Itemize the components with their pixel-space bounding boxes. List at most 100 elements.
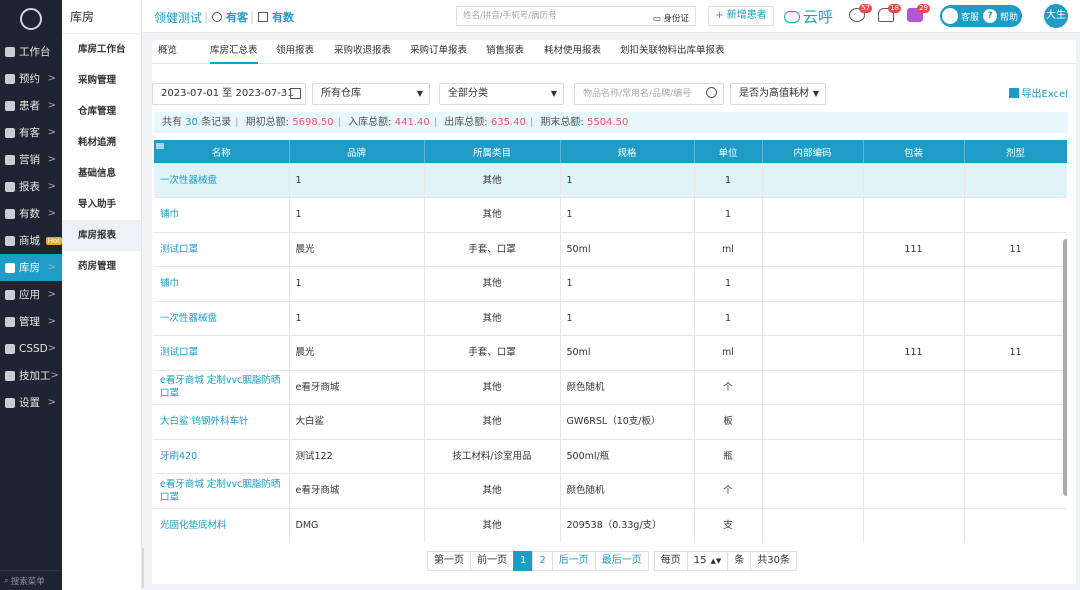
page-1-button[interactable]: 1	[513, 551, 534, 571]
nav-item-8[interactable]: 库房 >	[0, 254, 62, 281]
nav-item-1[interactable]: 预约 >	[0, 65, 62, 92]
last-page-button[interactable]: 最后一页	[594, 551, 649, 571]
tab-item[interactable]: 领用报表	[276, 40, 314, 64]
clinic-name[interactable]: 领健测试	[154, 9, 202, 26]
patient-search-input[interactable]: 姓名/拼音/手机号/病历号 ▭ 身份证	[456, 6, 696, 26]
tab-item[interactable]: 库房汇总表	[210, 40, 258, 64]
tab-item[interactable]: 销售报表	[486, 40, 524, 64]
column-header[interactable]: 剂型	[964, 140, 1067, 163]
sub-nav-item[interactable]: 导入助手	[62, 189, 141, 220]
stepper-arrows-icon[interactable]: ▲▼	[710, 557, 721, 565]
nav-item-4[interactable]: 营销 >	[0, 146, 62, 173]
yunhu-button[interactable]: 云呼	[784, 6, 833, 27]
nav-item-13[interactable]: 设置 >	[0, 389, 62, 416]
item-name-link[interactable]: 光固化垫底材料	[154, 508, 290, 542]
sub-nav-item[interactable]: 仓库管理	[62, 96, 141, 127]
category-select[interactable]: 全部分类 ▼	[439, 83, 564, 105]
table-cell	[762, 404, 864, 440]
date-range-picker[interactable]: 2023-07-01 至 2023-07-31	[152, 83, 306, 105]
column-header[interactable]: 规格	[560, 140, 695, 163]
sub-nav-item[interactable]: 采购管理	[62, 65, 141, 96]
prev-page-button[interactable]: 前一页	[470, 551, 514, 571]
nav-item-10[interactable]: 管理 >	[0, 308, 62, 335]
table-cell	[762, 163, 864, 198]
bell-icon[interactable]: 18	[878, 4, 901, 22]
youke-link[interactable]: 有客	[212, 9, 248, 25]
message-icon[interactable]: 57	[849, 4, 872, 22]
column-header[interactable]: 品牌	[289, 140, 425, 163]
warehouse-select[interactable]: 所有仓库 ▼	[312, 83, 430, 105]
nav-item-12[interactable]: 技加工 >	[0, 362, 62, 389]
summary-bar: 共有 30 条记录 | 期初总额: 5698.50 | 入库总额: 441.40 | …	[154, 112, 1068, 133]
item-name-link[interactable]: e看牙商城 定制vvc胭脂防晒口罩	[154, 370, 290, 405]
table-row[interactable]: 测试口罩 晨光 手套、口罩 50ml ml 111 11	[154, 335, 1067, 371]
item-name-link[interactable]: e看牙商城 定制vvc胭脂防晒口罩	[154, 473, 290, 509]
nav-item-7[interactable]: 商城 Hot	[0, 227, 62, 254]
pagination: 第一页 前一页 1 2 后一页 最后一页 每页 15 ▲▼ 条 共30条	[427, 551, 797, 571]
id-card-button[interactable]: ▭ 身份证	[653, 10, 689, 28]
nav-item-2[interactable]: 患者 >	[0, 92, 62, 119]
nav-item-9[interactable]: 应用 >	[0, 281, 62, 308]
column-header[interactable]: 内部编码	[762, 140, 864, 163]
add-patient-button[interactable]: + 新增患者	[708, 6, 774, 26]
sub-nav-item[interactable]: 库房工作台	[62, 34, 141, 65]
tab-item[interactable]: 耗材使用报表	[544, 40, 601, 64]
column-header[interactable]: 名称	[154, 140, 290, 163]
tab-item[interactable]: 概览	[158, 40, 177, 64]
tab-item[interactable]: 采购收退报表	[334, 40, 391, 64]
page-2-button[interactable]: 2	[532, 551, 553, 571]
vertical-scrollbar[interactable]	[1063, 239, 1067, 496]
menu-search[interactable]: ⌕ 搜索菜单	[0, 570, 62, 590]
column-header[interactable]: 单位	[694, 140, 763, 163]
table-row[interactable]: 铺巾 1 其他 1 1	[154, 197, 1067, 233]
table-row[interactable]: e看牙商城 定制vvc胭脂防晒口罩 e看牙商城 其他 颜色随机个	[154, 370, 1067, 405]
top-bar: 领健测试 | 有客 | 有数 姓名/拼音/手机号/病历号 ▭ 身份证 + 新增患…	[142, 0, 1080, 33]
item-name-link[interactable]: 测试口罩	[154, 335, 290, 371]
item-name-link[interactable]: 牙刷420	[154, 439, 290, 474]
table-row[interactable]: 铺巾 1 其他 1 1	[154, 266, 1067, 302]
table-cell	[762, 473, 864, 509]
item-name-link[interactable]: 一次性器械盘	[154, 163, 290, 198]
sub-nav-item[interactable]: 库房报表	[62, 220, 141, 251]
item-search-input[interactable]: 物品名称/常用名/品牌/编号	[574, 83, 724, 105]
sub-nav-item[interactable]: 基础信息	[62, 158, 141, 189]
nav-item-0[interactable]: 工作台	[0, 38, 62, 65]
column-settings-icon[interactable]	[156, 143, 164, 149]
service-button[interactable]: 客服	[961, 10, 979, 23]
table-row[interactable]: e看牙商城 定制vvc胭脂防晒口罩 e看牙商城 其他 颜色随机个	[154, 473, 1067, 509]
help-button[interactable]: 帮助	[1000, 10, 1018, 23]
task-icon[interactable]: 29	[907, 4, 930, 22]
youshu-link[interactable]: 有数	[258, 9, 294, 25]
avatar[interactable]: 大生	[1044, 4, 1068, 28]
tab-item[interactable]: 采购订单报表	[410, 40, 467, 64]
table-cell: 1	[560, 266, 695, 302]
table-row[interactable]: 一次性器械盘 1 其他 1 1	[154, 163, 1067, 198]
table-row[interactable]: 大白鲨 钨钢外科车针 大白鲨 其他 GW6RSL（10支/板）板	[154, 404, 1067, 440]
sub-nav-item[interactable]: 药房管理	[62, 251, 141, 282]
table-row[interactable]: 牙刷420 测试122 技工材料/诊室用品 500ml/瓶瓶	[154, 439, 1067, 474]
export-excel-button[interactable]: 导出Excel	[1008, 85, 1068, 100]
item-name-link[interactable]: 铺巾	[154, 266, 290, 302]
table-cell	[863, 439, 965, 474]
item-name-link[interactable]: 测试口罩	[154, 232, 290, 267]
table-row[interactable]: 光固化垫底材料 DMG 其他 209538（0.33g/支）支	[154, 508, 1067, 542]
column-header[interactable]: 所属类目	[424, 140, 561, 163]
first-page-button[interactable]: 第一页	[427, 551, 471, 571]
nav-item-6[interactable]: 有数 >	[0, 200, 62, 227]
nav-item-3[interactable]: 有客 >	[0, 119, 62, 146]
per-page-stepper[interactable]: 15 ▲▼	[686, 551, 729, 571]
nav-item-5[interactable]: 报表 >	[0, 173, 62, 200]
column-header[interactable]: 包装	[863, 140, 965, 163]
sub-nav-item[interactable]: 耗材追溯	[62, 127, 141, 158]
item-name-link[interactable]: 铺巾	[154, 197, 290, 233]
table-cell: 晨光	[289, 232, 425, 267]
item-name-link[interactable]: 一次性器械盘	[154, 301, 290, 336]
table-cell: GW6RSL（10支/板）	[560, 404, 695, 440]
tab-item[interactable]: 划扣关联物料出库单报表	[620, 40, 725, 64]
next-page-button[interactable]: 后一页	[551, 551, 596, 571]
table-row[interactable]: 一次性器械盘 1 其他 1 1	[154, 301, 1067, 336]
high-value-select[interactable]: 是否为高值耗材 ▼	[730, 83, 826, 105]
table-row[interactable]: 测试口罩 晨光 手套、口罩 50ml ml 111 11	[154, 232, 1067, 267]
item-name-link[interactable]: 大白鲨 钨钢外科车针	[154, 404, 290, 440]
nav-item-11[interactable]: CSSD >	[0, 335, 62, 362]
